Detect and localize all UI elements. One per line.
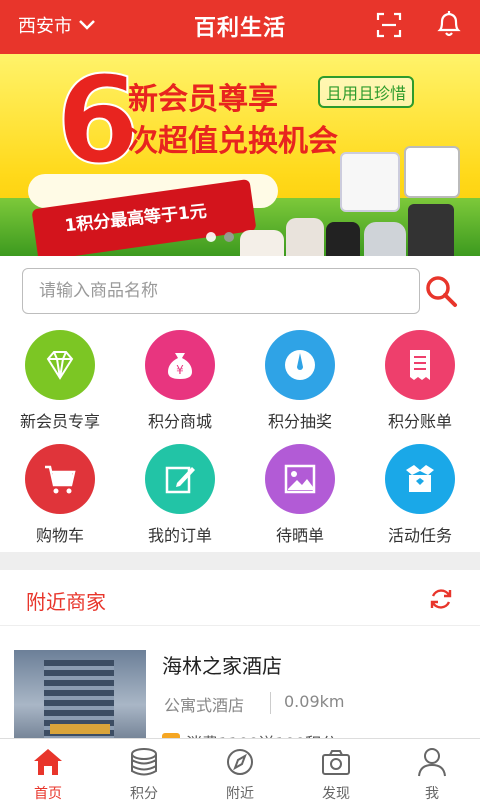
shop-photo-sign [50, 724, 110, 734]
person-icon [418, 748, 446, 777]
camera-icon [322, 750, 350, 775]
feature-cart[interactable]: 购物车 [0, 444, 120, 554]
feature-label: 积分商城 [147, 412, 212, 431]
tab-points[interactable]: 积分 [96, 739, 192, 800]
bell-icon[interactable] [436, 10, 462, 38]
svg-text:¥: ¥ [176, 363, 184, 377]
feature-my-orders[interactable]: 我的订单 [120, 444, 240, 554]
promo-banner[interactable]: 6 新会员尊享 次超值兑换机会 且用且珍惜 1积分最高等于1元 [0, 54, 480, 256]
tab-label: 积分 [130, 786, 158, 800]
bottom-tab-bar: 首页 积分 附近 发现 我 [0, 738, 480, 800]
product-kettle [364, 222, 406, 256]
money-bag-icon: ¥ [145, 330, 215, 400]
feature-label: 购物车 [35, 526, 84, 545]
feature-pending-review[interactable]: 待晒单 [240, 444, 360, 554]
banner-headline-2: 次超值兑换机会 [128, 124, 338, 159]
tab-discover[interactable]: 发现 [288, 739, 384, 800]
diamond-icon [25, 330, 95, 400]
scan-icon[interactable] [376, 12, 402, 38]
section-divider [0, 552, 480, 570]
tab-me[interactable]: 我 [384, 739, 480, 800]
tab-nearby[interactable]: 附近 [192, 739, 288, 800]
shop-divider [270, 692, 271, 714]
feature-new-member[interactable]: 新会员专享 [0, 330, 120, 440]
search-box [22, 268, 420, 314]
tab-home[interactable]: 首页 [0, 739, 96, 800]
feature-label: 我的订单 [147, 526, 212, 545]
box-icon [385, 444, 455, 514]
banner-number: 6 [55, 54, 140, 191]
feature-label: 活动任务 [387, 526, 452, 545]
nearby-title: 附近商家 [26, 590, 106, 614]
product-box [340, 152, 400, 212]
banner-tag: 且用且珍惜 [318, 76, 415, 108]
feature-grid: 新会员专享 ¥ 积分商城 积分抽奖 积分账单 购物车 我的订单 待晒单 活动任务 [0, 330, 480, 552]
app-title: 百利生活 [193, 16, 286, 41]
feature-label: 待晒单 [275, 526, 324, 545]
feature-activity-tasks[interactable]: 活动任务 [360, 444, 480, 554]
cart-icon [25, 444, 95, 514]
tab-label: 发现 [322, 786, 350, 800]
shop-promo-text: 消费1100送100积分 [186, 730, 337, 738]
tab-label: 我 [425, 786, 439, 800]
search-row [0, 256, 480, 330]
feature-points-bill[interactable]: 积分账单 [360, 330, 480, 440]
product-rice-cooker [240, 230, 284, 256]
shop-category: 公寓式酒店 [164, 696, 245, 715]
shop-card[interactable]: 海林之家酒店 公寓式酒店 0.09km 消费1100送100积分 [0, 626, 480, 738]
product-induction-box [408, 204, 454, 256]
top-bar: 西安市 百利生活 [0, 0, 480, 54]
image-icon [265, 444, 335, 514]
search-icon[interactable] [424, 274, 458, 308]
shop-photo [14, 650, 146, 738]
shop-name: 海林之家酒店 [162, 654, 282, 678]
compass-icon [227, 749, 253, 775]
refresh-icon[interactable] [428, 586, 454, 612]
shop-distance: 0.09km [284, 692, 345, 711]
dial-icon [265, 330, 335, 400]
product-soymilk-maker [286, 218, 324, 256]
search-input[interactable] [23, 269, 419, 313]
banner-pager[interactable] [206, 232, 234, 242]
feature-points-lottery[interactable]: 积分抽奖 [240, 330, 360, 440]
pager-dot-active [206, 232, 216, 242]
receipt-icon [385, 330, 455, 400]
product-cooker-box [404, 146, 460, 198]
feature-label: 积分抽奖 [267, 412, 332, 431]
coins-icon [131, 748, 157, 776]
feature-label: 新会员专享 [19, 412, 100, 431]
pager-dot [224, 232, 234, 242]
tab-label: 首页 [34, 786, 62, 800]
banner-headline-1: 新会员尊享 [128, 82, 278, 117]
home-icon [34, 749, 62, 775]
tab-label: 附近 [226, 786, 254, 800]
nearby-header: 附近商家 [0, 570, 480, 626]
edit-order-icon [145, 444, 215, 514]
feature-label: 积分账单 [387, 412, 452, 431]
feature-points-mall[interactable]: ¥ 积分商城 [120, 330, 240, 440]
product-shaver [326, 222, 360, 256]
shop-promo: 消费1100送100积分 [162, 730, 337, 738]
